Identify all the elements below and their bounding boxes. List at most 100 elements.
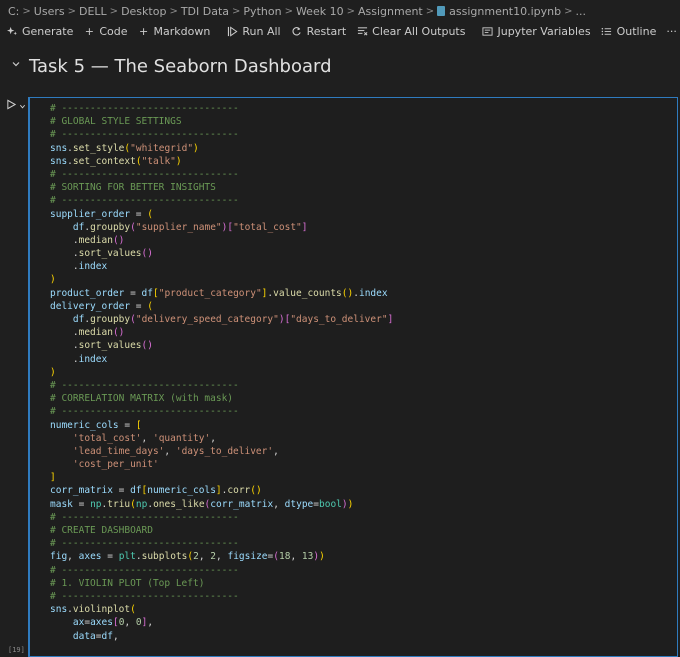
code-token: ) [50, 366, 56, 378]
code-token: df [72, 221, 85, 233]
restart-button[interactable]: Restart [291, 25, 346, 38]
plus-icon: + [84, 24, 94, 38]
code-token: ax [72, 617, 85, 629]
breadcrumb-item[interactable]: Desktop [121, 5, 166, 18]
code-line: ) [50, 366, 673, 379]
code-line: # ------------------------------- [50, 590, 673, 603]
code-token: figsize [227, 551, 268, 563]
jupyter-variables-button[interactable]: Jupyter Variables [481, 25, 591, 38]
code-token: axes [78, 551, 102, 563]
code-line: # ------------------------------- [50, 194, 673, 207]
code-token: ) [50, 274, 56, 286]
code-token: sns [50, 142, 68, 154]
code-token: . [50, 340, 79, 352]
code-token: . [50, 353, 79, 365]
code-token: ] [387, 314, 394, 325]
breadcrumb-item[interactable]: assignment10.ipynb [449, 5, 561, 18]
more-actions-button[interactable]: ··· [666, 25, 677, 38]
code-token: , [164, 445, 176, 457]
code-line: 'total_cost', 'quantity', [50, 432, 673, 445]
breadcrumb-item[interactable]: C: [8, 5, 19, 18]
markdown-heading: Task 5 — The Seaborn Dashboard [29, 56, 332, 77]
code-line: .index [50, 260, 673, 273]
code-token: , [273, 445, 279, 457]
breadcrumb-item[interactable]: Python [243, 5, 281, 18]
breadcrumb-item[interactable]: TDI Data [181, 5, 229, 18]
code-cell[interactable]: # ------------------------------- # GLOBA… [28, 97, 678, 657]
code-token: triu [107, 498, 131, 510]
code-token: () [341, 287, 354, 299]
code-line: sns.violinplot( [50, 603, 673, 616]
code-token: # ------------------------------- [50, 511, 239, 523]
code-token: , [141, 432, 153, 444]
add-code-cell-button[interactable]: + Code [83, 24, 128, 38]
breadcrumb-separator-icon: > [564, 5, 573, 17]
code-token: df [141, 287, 153, 299]
code-token: np [135, 498, 148, 510]
code-token: () [141, 340, 153, 352]
markdown-cell[interactable]: Task 5 — The Seaborn Dashboard [0, 44, 680, 94]
code-token: () [141, 248, 153, 260]
code-token: # CREATE DASHBOARD [50, 525, 153, 536]
add-markdown-cell-button[interactable]: + Markdown [138, 24, 210, 38]
code-token: # SORTING FOR BETTER INSIGHTS [50, 182, 216, 194]
collapse-chevron-icon[interactable] [11, 58, 21, 72]
code-line: .sort_values() [50, 247, 673, 260]
code-token: # ------------------------------- [50, 590, 239, 602]
run-options-chevron-icon[interactable] [19, 95, 26, 114]
code-token: "talk" [141, 155, 176, 167]
code-token: index [78, 353, 108, 365]
code-line: # ------------------------------- [50, 128, 673, 141]
code-token: () [250, 485, 262, 497]
code-line: # ------------------------------- [50, 564, 673, 577]
run-all-button[interactable]: Run All [226, 25, 281, 38]
code-token: # ------------------------------- [50, 168, 239, 180]
code-line: # ------------------------------- [50, 511, 673, 524]
code-editor[interactable]: # ------------------------------- # GLOBA… [50, 102, 673, 643]
breadcrumb-item[interactable]: ... [576, 5, 587, 18]
breadcrumb-item[interactable]: DELL [79, 5, 107, 18]
code-token: sort_values [78, 340, 142, 352]
code-token: plt [118, 551, 136, 563]
code-line: # SORTING FOR BETTER INSIGHTS [50, 181, 673, 194]
run-cell-icon[interactable] [6, 95, 17, 114]
code-token: , [67, 551, 79, 563]
cell-run-controls [6, 98, 28, 110]
breadcrumb-item[interactable]: Week 10 [296, 5, 344, 18]
code-token: product_order [50, 287, 125, 299]
breadcrumb-item[interactable]: Assignment [358, 5, 423, 18]
breadcrumb-separator-icon: > [425, 5, 435, 17]
code-token: = [130, 208, 148, 220]
breadcrumb-item[interactable]: Users [34, 5, 65, 18]
code-line: data=df, [50, 630, 673, 643]
code-line: sns.set_style("whitegrid") [50, 142, 673, 155]
code-token: corr_matrix [50, 485, 113, 497]
list-icon [601, 25, 613, 37]
clear-all-label: Clear All Outputs [372, 24, 466, 38]
code-token: value_counts [273, 287, 342, 299]
code-token: data [72, 630, 96, 642]
code-line: ax=axes[0, 0], [50, 616, 673, 629]
clear-all-outputs-button[interactable]: Clear All Outputs [356, 25, 465, 38]
generate-button[interactable]: Generate [6, 25, 73, 38]
breadcrumb-separator-icon: > [67, 5, 76, 17]
breadcrumb-separator-icon: > [232, 5, 241, 17]
run-all-icon [226, 25, 238, 37]
outline-button[interactable]: Outline [601, 25, 656, 38]
code-token: ( [147, 208, 153, 220]
breadcrumb-separator-icon: > [346, 5, 355, 17]
code-token: , [124, 617, 136, 629]
breadcrumb-separator-icon: > [169, 5, 178, 17]
code-token: ones_like [153, 498, 205, 510]
more-label: ··· [666, 24, 677, 38]
code-token: df [72, 314, 85, 325]
code-token: dtype [284, 498, 314, 510]
notebook-toolbar: Generate + Code + Markdown Run All Resta… [0, 22, 680, 40]
code-token: sns [50, 155, 68, 167]
code-token: . [50, 327, 79, 339]
plus-icon: + [138, 24, 149, 38]
